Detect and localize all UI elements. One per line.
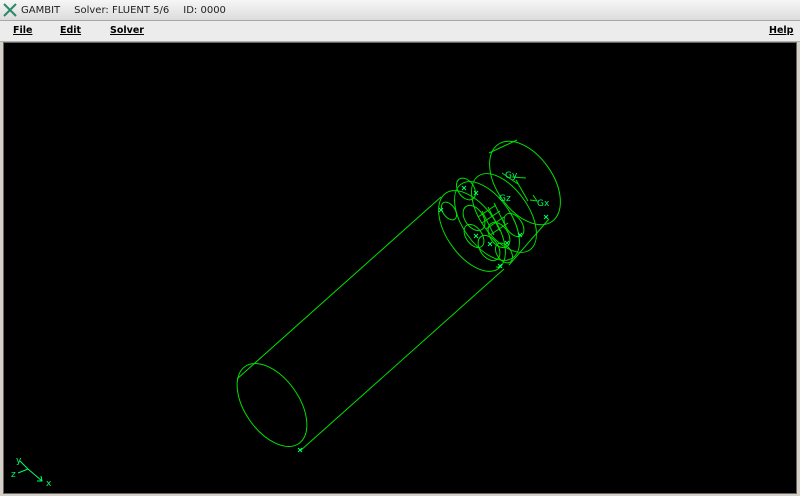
- node-markers: [297, 185, 549, 453]
- node-marker: [473, 233, 479, 239]
- gambit-window: GAMBIT Solver: FLUENT 5/6 ID: 0000 File …: [0, 0, 800, 496]
- node-marker: [487, 241, 493, 247]
- title-bar: GAMBIT Solver: FLUENT 5/6 ID: 0000: [0, 0, 800, 21]
- x-cross-icon: [3, 3, 17, 17]
- arrow-tip: [529, 194, 539, 202]
- menu-edit[interactable]: Edit: [60, 25, 81, 36]
- menu-bar: File Edit Solver Help: [0, 21, 800, 42]
- geometry-canvas[interactable]: Gy Gx Gz y z x: [4, 43, 796, 493]
- label-gy: Gy: [505, 171, 518, 181]
- node-marker: [461, 185, 467, 191]
- app-name: GAMBIT: [21, 4, 61, 16]
- axis-triad: [17, 460, 43, 482]
- node-marker: [504, 240, 510, 246]
- head-disk-2: [471, 173, 537, 253]
- head-disk-outer: [489, 140, 561, 226]
- wireframe-geometry: [236, 139, 561, 452]
- solver-status: Solver: FLUENT 5/6: [74, 4, 170, 16]
- menu-help[interactable]: Help: [769, 25, 793, 36]
- cylinder-edge-top: [236, 196, 442, 380]
- cylinder-edge-bottom: [299, 268, 505, 452]
- axis-x-label: x: [46, 479, 52, 489]
- label-gz: Gz: [499, 194, 511, 204]
- axis-x-line: [27, 468, 43, 482]
- menu-file[interactable]: File: [13, 25, 32, 36]
- gx-arrow-head: [515, 179, 529, 202]
- graphics-viewport[interactable]: Gy Gx Gz y z x: [3, 42, 797, 494]
- cylinder-bottom-ellipse: [236, 363, 308, 447]
- node-marker: [543, 214, 549, 220]
- axis-z-line: [17, 468, 29, 474]
- axis-z-label: z: [11, 470, 16, 480]
- session-id: ID: 0000: [183, 4, 226, 16]
- node-marker: [473, 190, 479, 196]
- menu-solver[interactable]: Solver: [110, 25, 144, 36]
- head-edge-bottom: [508, 218, 550, 266]
- axis-y-label: y: [16, 456, 22, 466]
- label-gx: Gx: [537, 199, 550, 209]
- inner-cyl-2: [462, 204, 486, 232]
